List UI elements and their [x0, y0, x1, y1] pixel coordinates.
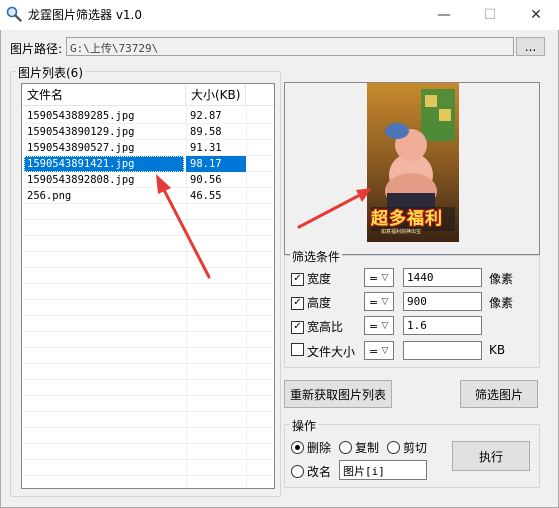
annotation-arrow-list	[156, 174, 211, 279]
annotation-arrow-preview	[297, 188, 372, 229]
annotation-arrows	[156, 174, 372, 279]
